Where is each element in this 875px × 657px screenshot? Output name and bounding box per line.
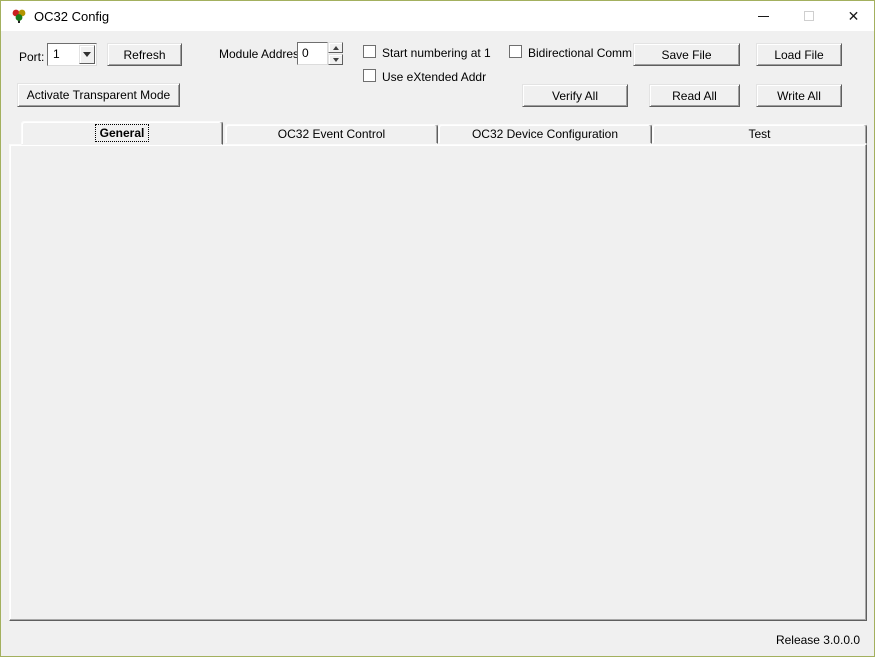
minimize-icon: [758, 16, 769, 17]
minimize-button[interactable]: [741, 1, 786, 31]
refresh-button[interactable]: Refresh: [107, 43, 182, 66]
read-all-button[interactable]: Read All: [649, 84, 740, 107]
tab-general[interactable]: General: [21, 121, 223, 145]
tab-device-label: OC32 Device Configuration: [472, 127, 618, 141]
save-file-button[interactable]: Save File: [633, 43, 740, 66]
maximize-button: [786, 1, 831, 31]
module-address-value[interactable]: 0: [297, 42, 328, 65]
write-all-button[interactable]: Write All: [756, 84, 842, 107]
chevron-down-icon: [83, 52, 91, 57]
use-extended-addr-label: Use eXtended Addr: [382, 70, 486, 84]
release-version-label: Release 3.0.0.0: [776, 633, 860, 647]
port-label: Port:: [19, 50, 44, 64]
bidirectional-comm-checkbox[interactable]: [509, 45, 522, 58]
port-value: 1: [53, 47, 60, 61]
maximize-icon: [804, 11, 814, 21]
module-address-label: Module Address: [219, 47, 305, 61]
spin-up-button[interactable]: [328, 42, 343, 53]
bidirectional-comm-label: Bidirectional Comm.: [528, 46, 635, 60]
tab-event-label: OC32 Event Control: [278, 127, 385, 141]
verify-all-button[interactable]: Verify All: [522, 84, 628, 107]
close-icon: ✕: [848, 9, 860, 23]
arrow-up-icon: [333, 46, 339, 50]
use-extended-addr-checkbox[interactable]: [363, 69, 376, 82]
module-address-stepper[interactable]: 0: [297, 42, 343, 65]
start-numbering-checkbox[interactable]: [363, 45, 376, 58]
titlebar: OC32 Config ✕: [1, 1, 874, 31]
tab-test-label: Test: [748, 127, 770, 141]
tab-oc32-device-configuration[interactable]: OC32 Device Configuration: [438, 124, 652, 144]
tab-test[interactable]: Test: [652, 124, 867, 144]
activate-transparent-mode-button[interactable]: Activate Transparent Mode: [17, 83, 180, 107]
arrow-down-icon: [333, 58, 339, 62]
tab-panel: [9, 144, 867, 621]
window-title: OC32 Config: [34, 9, 109, 24]
app-window: OC32 Config ✕ Port: 1 Refresh Activate T…: [0, 0, 875, 657]
spin-down-button[interactable]: [328, 54, 343, 65]
tab-general-label: General: [96, 125, 149, 141]
port-select[interactable]: 1: [47, 43, 97, 66]
tab-oc32-event-control[interactable]: OC32 Event Control: [225, 124, 438, 144]
close-button[interactable]: ✕: [831, 1, 875, 31]
load-file-button[interactable]: Load File: [756, 43, 842, 66]
port-dropdown-button[interactable]: [79, 45, 95, 64]
app-icon: [11, 8, 27, 24]
start-numbering-label: Start numbering at 1: [382, 46, 491, 60]
